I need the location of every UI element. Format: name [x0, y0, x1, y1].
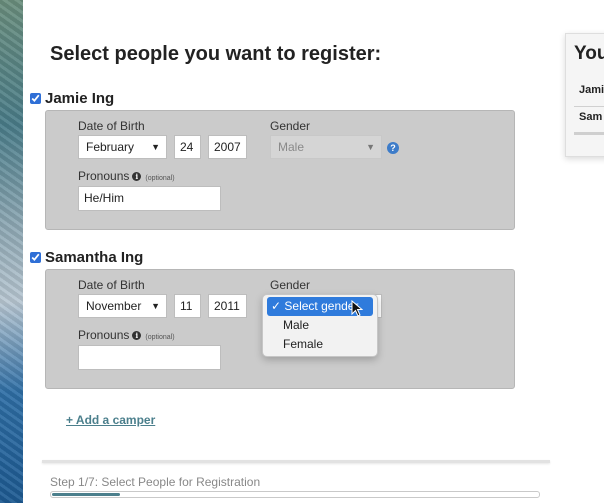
person-checkbox-samantha[interactable]	[30, 252, 41, 263]
check-icon: ✓	[271, 299, 282, 313]
dob-label: Date of Birth	[78, 278, 145, 292]
side-panel-row: Sam	[579, 111, 603, 123]
add-camper-link[interactable]: + Add a camper	[66, 413, 155, 427]
option-label: Select gender	[284, 299, 359, 313]
summary-side-panel: You Jami Sam	[565, 33, 604, 157]
page-title: Select people you want to register:	[50, 43, 382, 65]
chevron-down-icon: ▼	[151, 142, 160, 152]
progress-fill	[52, 493, 121, 496]
pronouns-input[interactable]	[78, 345, 221, 370]
gender-label: Gender	[270, 119, 311, 133]
mouse-pointer-icon	[351, 300, 363, 317]
pronouns-input[interactable]: He/Him	[78, 186, 221, 211]
person-name: Jamie Ing	[45, 90, 115, 107]
chevron-down-icon: ▼	[366, 142, 375, 152]
person-row-jamie: Jamie Ing	[30, 90, 114, 107]
side-divider	[574, 132, 604, 135]
birth-year-input[interactable]: 2011	[208, 294, 247, 318]
side-panel-title: You	[574, 43, 604, 64]
pronouns-label-text: Pronouns	[78, 328, 130, 342]
birth-month-select[interactable]: November ▼	[78, 294, 167, 318]
birth-month-select[interactable]: February ▼	[78, 135, 167, 159]
birth-day-input[interactable]: 11	[174, 294, 201, 318]
pronouns-label: Pronouns i (optional)	[78, 169, 175, 183]
pronouns-label: Pronouns i (optional)	[78, 328, 175, 342]
birth-day-input[interactable]: 24	[174, 135, 201, 159]
person-name: Samantha Ing	[45, 249, 144, 266]
background-photo-strip	[0, 0, 23, 503]
optional-label: (optional)	[145, 334, 175, 341]
side-panel-row: Jami	[579, 84, 604, 96]
info-icon: i	[132, 172, 142, 181]
gender-option-female[interactable]: Female	[267, 335, 373, 354]
step-indicator: Step 1/7: Select People for Registration	[50, 475, 261, 489]
side-divider	[574, 106, 604, 107]
gender-select[interactable]: Male ▼	[270, 135, 382, 159]
pronouns-label-text: Pronouns	[78, 169, 130, 183]
optional-label: (optional)	[145, 175, 175, 182]
progress-bar	[50, 491, 540, 498]
person-checkbox-jamie[interactable]	[30, 93, 41, 104]
birth-month-value: February	[86, 140, 135, 154]
gender-option-male[interactable]: Male	[267, 316, 373, 335]
chevron-down-icon: ▼	[151, 301, 160, 311]
person-row-samantha: Samantha Ing	[30, 249, 143, 266]
help-icon[interactable]: ?	[387, 142, 399, 154]
info-icon: i	[132, 331, 142, 340]
gender-label: Gender	[270, 278, 311, 292]
gender-value: Male	[278, 140, 305, 154]
dob-label: Date of Birth	[78, 119, 145, 133]
birth-year-input[interactable]: 2007	[208, 135, 247, 159]
footer-divider	[42, 460, 550, 463]
birth-month-value: November	[86, 299, 142, 313]
